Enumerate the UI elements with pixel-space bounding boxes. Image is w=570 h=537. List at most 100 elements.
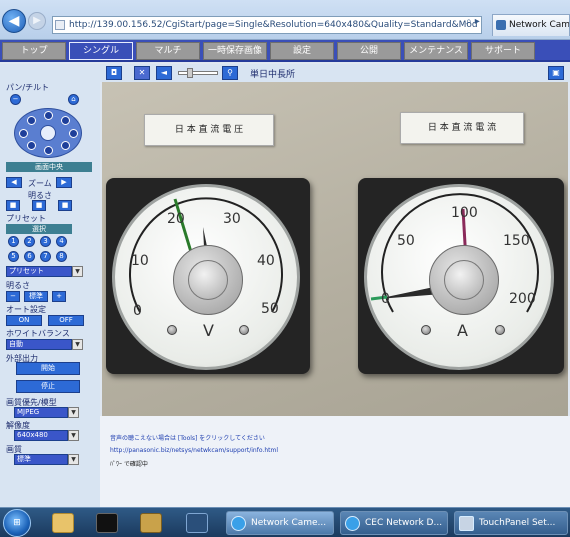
nav-item-support[interactable]: サポート [471,42,535,60]
nav-item-settings[interactable]: 設定 [270,42,334,60]
person-icon[interactable]: ⚲ [222,66,238,80]
folder-icon[interactable] [52,513,74,533]
save-icon[interactable]: ▣ [548,66,564,80]
amp-scale-0: 0 [381,291,390,307]
preset-1-button[interactable]: 1 [8,236,19,247]
center-label: 画面中央 [6,162,92,172]
brightness-dark-button[interactable]: ■ [6,200,20,211]
arrow-up-right-icon[interactable] [61,116,70,125]
center-button[interactable] [40,125,56,141]
camera-image[interactable]: 日 本 直 流 電 圧 日 本 直 流 電 流 0 10 20 30 40 50… [102,82,568,416]
plus-button[interactable]: + [52,291,66,302]
preset-bar: 選択 [6,224,72,234]
nav-item-multi[interactable]: マルチ [136,42,200,60]
brightness-down-icon[interactable]: − [10,94,21,105]
address-bar[interactable]: http://139.00.156.52/CgiStart/page=Singl… [52,16,482,34]
standard-button[interactable]: 標準 [24,291,48,302]
volume-slider[interactable] [178,68,218,78]
on-button[interactable]: ON [6,315,42,326]
chevron-down-icon: ▼ [68,454,79,465]
support-url-link[interactable]: http://panasonic.biz/netsys/netwkcam/sup… [110,447,278,454]
main-nav: トップ シングル マルチ 一時保存画像 設定 公開 メンテナンス サポート [0,40,570,62]
amp-unit: A [457,321,468,340]
ammeter-hub-inner [444,260,484,300]
forward-arrow-icon[interactable]: ▶ [28,12,46,30]
stop-button[interactable]: 停止 [16,380,80,393]
image-quality-value: 標準 [17,455,31,463]
arrow-left-icon[interactable] [19,129,28,138]
screw-icon [421,325,431,335]
nav-item-saved-images[interactable]: 一時保存画像 [203,42,267,60]
voltmeter-face: 0 10 20 30 40 50 V [112,184,300,370]
nav-item-single[interactable]: シングル [69,42,133,60]
preset-8-button[interactable]: 8 [56,251,67,262]
zoom-in-button[interactable]: ▶ [56,177,72,188]
ie-icon [345,516,360,531]
volume-slider-knob[interactable] [187,68,193,78]
auto-focus-label: 明るさ [6,281,30,290]
speaker-icon[interactable]: ◄ [156,66,172,80]
text-editor-icon[interactable] [140,513,162,533]
browser-tab[interactable]: Network Came [492,14,570,36]
terminal-icon[interactable] [96,513,118,533]
arrow-down-icon[interactable] [44,146,53,155]
taskbar-touchpanel[interactable]: TouchPanel Set... [454,511,568,535]
home-icon[interactable]: ⌂ [68,94,79,105]
audio-help-link[interactable]: 音声の聴こえない場合は [Tools] をクリックしてください [110,433,265,442]
address-text: http://139.00.156.52/CgiStart/page=Singl… [69,20,478,30]
taskbar-network-camera[interactable]: Network Came... [226,511,334,535]
minus-button[interactable]: − [6,291,20,302]
chevron-down-icon: ▼ [68,407,79,418]
brightness-normal-button[interactable]: ■ [32,200,46,211]
zoom-out-button[interactable]: ◀ [6,177,22,188]
pan-tilt-pad[interactable] [14,108,82,158]
preset-2-button[interactable]: 2 [24,236,35,247]
screw-icon [495,325,505,335]
camera-icon[interactable]: ◘ [106,66,122,80]
preset-7-button[interactable]: 7 [40,251,51,262]
amp-scale-100: 100 [451,205,478,221]
back-arrow-icon[interactable]: ◀ [2,9,26,33]
taskbar-cec-network[interactable]: CEC Network D... [340,511,448,535]
volt-unit: V [203,321,214,340]
arrow-down-right-icon[interactable] [61,141,70,150]
nav-item-public[interactable]: 公開 [337,42,401,60]
nav-item-maintenance[interactable]: メンテナンス [404,42,468,60]
amp-scale-200: 200 [509,291,536,307]
browser-tab-title: Network Came [509,20,570,30]
preset-3-button[interactable]: 3 [40,236,51,247]
mute-icon[interactable]: ✕ [134,66,150,80]
preset-4-button[interactable]: 4 [56,236,67,247]
screw-icon [167,325,177,335]
camera-title: 単日中長所 [250,70,296,80]
image-quality-select[interactable]: 標準 ▼ [14,454,79,465]
white-balance-select[interactable]: 自動 ▼ [6,339,83,350]
preset-label: プリセット [6,214,46,223]
amp-scale-150: 150 [503,233,530,249]
video-toolbar: ◘ ✕ ◄ ⚲ 単日中長所 ▣ [100,64,570,82]
refresh-icon[interactable]: ⌕ ▸ [466,16,480,27]
auto-mode-label: オート設定 [6,305,46,314]
preset-select[interactable]: プリセット ▼ [6,266,83,277]
start-button[interactable]: 開始 [16,362,80,375]
brightness-bright-button[interactable]: ■ [58,200,72,211]
volt-scale-20: 20 [167,211,185,227]
page-icon [55,20,65,30]
volt-scale-40: 40 [257,253,275,269]
start-button[interactable]: ⊞ [3,509,31,537]
nav-item-top[interactable]: トップ [2,42,66,60]
arrow-up-left-icon[interactable] [27,116,36,125]
voltmeter-hub [173,245,243,315]
preset-5-button[interactable]: 5 [8,251,19,262]
arrow-up-icon[interactable] [44,111,53,120]
off-button[interactable]: OFF [48,315,84,326]
content-area: 音声の聴こえない場合は [Tools] をクリックしてください http://p… [100,416,570,507]
screw-icon [239,325,249,335]
resolution-select[interactable]: 640x480 ▼ [14,430,79,441]
quality-value: MJPEG [17,408,40,416]
preset-6-button[interactable]: 6 [24,251,35,262]
arrow-down-left-icon[interactable] [27,141,36,150]
quality-select[interactable]: MJPEG ▼ [14,407,79,418]
monitor-icon[interactable] [186,513,208,533]
arrow-right-icon[interactable] [69,129,78,138]
